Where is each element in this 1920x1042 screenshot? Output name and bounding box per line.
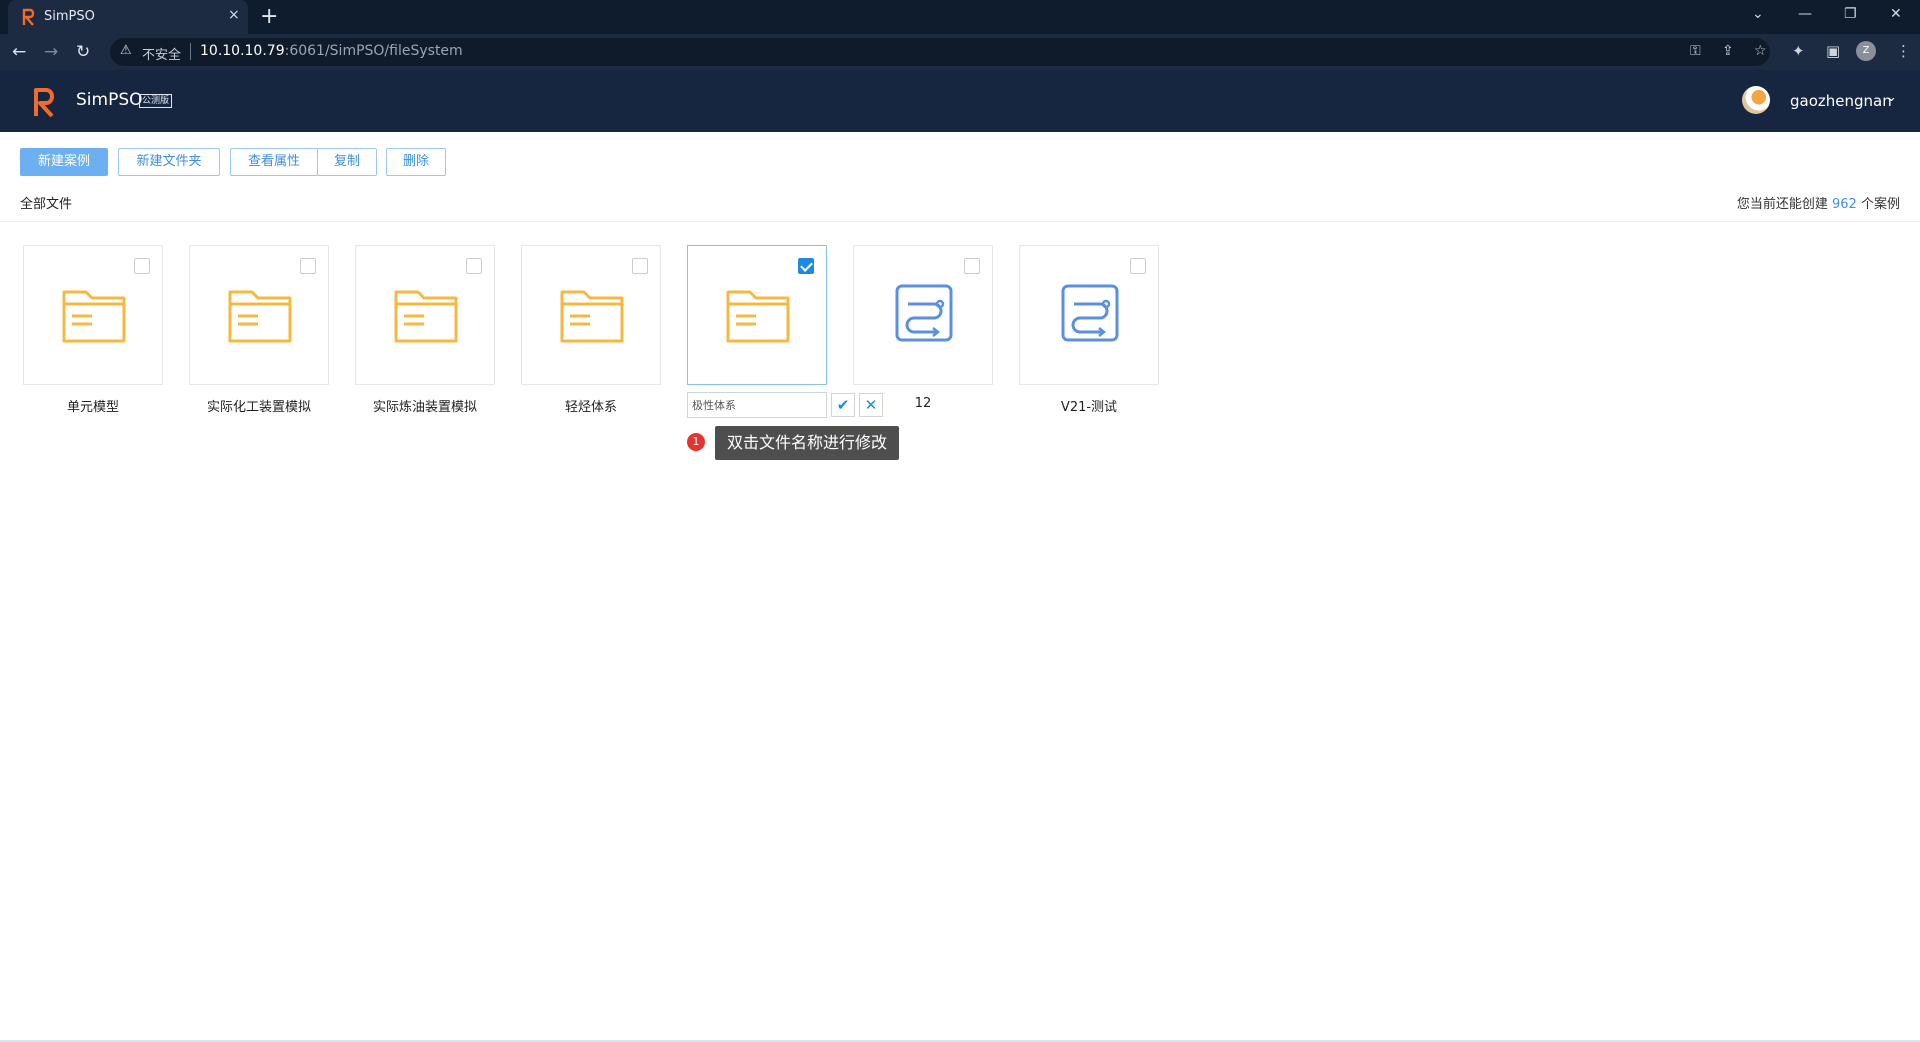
item-checkbox[interactable] [964, 258, 980, 274]
rename-input[interactable] [687, 392, 827, 418]
folder-icon [726, 290, 790, 343]
folder-icon [394, 290, 458, 343]
file-card[interactable] [23, 245, 163, 385]
new-tab-icon[interactable]: + [260, 4, 278, 30]
step-badge: 1 [687, 433, 705, 451]
forward-icon[interactable]: → [44, 42, 58, 62]
file-card[interactable] [189, 245, 329, 385]
folder-icon [62, 290, 126, 343]
reload-icon[interactable]: ↻ [76, 42, 90, 62]
case-flow-icon [895, 284, 953, 342]
quota-prefix: 您当前还能创建 [1736, 197, 1828, 212]
key-icon[interactable]: ⚿ [1690, 43, 1701, 59]
case-flow-icon [1061, 284, 1119, 342]
check-icon: ✔ [836, 396, 850, 414]
file-card[interactable] [1019, 245, 1159, 385]
url-text: 10.10.10.79:6061/SimPSO/fileSystem [200, 43, 463, 59]
menu-dots-icon[interactable]: ⋮ [1896, 42, 1911, 60]
user-menu-chevron-icon[interactable]: ⌄ [1886, 90, 1897, 105]
url-path: :6061/SimPSO/fileSystem [284, 43, 463, 59]
brand-name: SimPSO [76, 90, 143, 110]
insecure-label: 不安全 [142, 48, 182, 63]
folder-icon [228, 290, 292, 343]
browser-address-bar: ← → ↻ ⚠ 不安全 10.10.10.79:6061/SimPSO/file… [0, 34, 1920, 70]
bookmark-star-icon[interactable]: ☆ [1754, 43, 1767, 59]
app-header: SimPSO 公测版 gaozhengnan ⌄ [0, 70, 1920, 132]
browser-tab-bar: SimPSO × + ⌄ — ❐ ✕ [0, 0, 1920, 34]
view-properties-button[interactable]: 查看属性 [230, 148, 318, 176]
tab-search-chevron-icon[interactable]: ⌄ [1752, 6, 1764, 22]
file-card[interactable] [853, 245, 993, 385]
minimize-icon[interactable]: — [1798, 6, 1812, 22]
browser-tab[interactable]: SimPSO × [8, 0, 248, 34]
case-quota: 您当前还能创建 962 个案例 [1737, 193, 1900, 212]
restore-icon[interactable]: ❐ [1844, 6, 1857, 22]
simpso-favicon-icon [22, 8, 35, 26]
side-panel-icon[interactable]: ▣ [1826, 42, 1840, 60]
delete-button[interactable]: 删除 [386, 148, 446, 176]
extensions-icon[interactable]: ✦ [1792, 42, 1805, 60]
tab-title: SimPSO [44, 9, 95, 24]
user-avatar[interactable] [1742, 86, 1770, 114]
warning-icon: ⚠ [120, 43, 132, 58]
item-checkbox[interactable] [300, 258, 316, 274]
copy-button[interactable]: 复制 [317, 148, 377, 176]
tab-close-icon[interactable]: × [228, 7, 240, 23]
quota-suffix: 个案例 [1860, 197, 1900, 212]
omnibox-separator [190, 43, 191, 60]
item-checkbox[interactable] [632, 258, 648, 274]
back-icon[interactable]: ← [12, 42, 26, 62]
item-checkbox[interactable] [1130, 258, 1146, 274]
item-checkbox-checked[interactable] [798, 258, 814, 274]
item-checkbox[interactable] [466, 258, 482, 274]
rename-hint-tooltip: 双击文件名称进行修改 [715, 426, 900, 460]
divider [0, 221, 1920, 222]
item-label[interactable]: V21-测试 [1019, 396, 1159, 415]
file-card[interactable] [355, 245, 495, 385]
share-icon[interactable]: ⇪ [1722, 43, 1734, 59]
item-label[interactable]: 实际化工装置模拟 [189, 396, 329, 415]
quota-count: 962 [1832, 197, 1857, 212]
new-case-button[interactable]: 新建案例 [20, 148, 108, 176]
item-checkbox[interactable] [134, 258, 150, 274]
confirm-rename-button[interactable]: ✔ [831, 393, 855, 417]
brand-tag: 公测版 [139, 94, 173, 108]
item-label[interactable]: 12 [853, 396, 993, 411]
breadcrumb[interactable]: 全部文件 [20, 193, 72, 212]
item-label[interactable]: 轻烃体系 [521, 396, 661, 415]
folder-icon [560, 290, 624, 343]
window-close-icon[interactable]: ✕ [1890, 6, 1902, 22]
file-card-selected[interactable] [687, 245, 827, 385]
url-field[interactable]: ⚠ 不安全 10.10.10.79:6061/SimPSO/fileSystem… [110, 38, 1770, 66]
url-host: 10.10.10.79 [200, 43, 285, 59]
item-label[interactable]: 单元模型 [23, 396, 163, 415]
user-name[interactable]: gaozhengnan [1790, 92, 1892, 110]
simpso-logo-icon[interactable] [32, 86, 58, 118]
file-card[interactable] [521, 245, 661, 385]
item-label[interactable]: 实际炼油装置模拟 [355, 396, 495, 415]
new-folder-button[interactable]: 新建文件夹 [118, 148, 220, 176]
profile-avatar[interactable]: Z [1856, 41, 1876, 61]
